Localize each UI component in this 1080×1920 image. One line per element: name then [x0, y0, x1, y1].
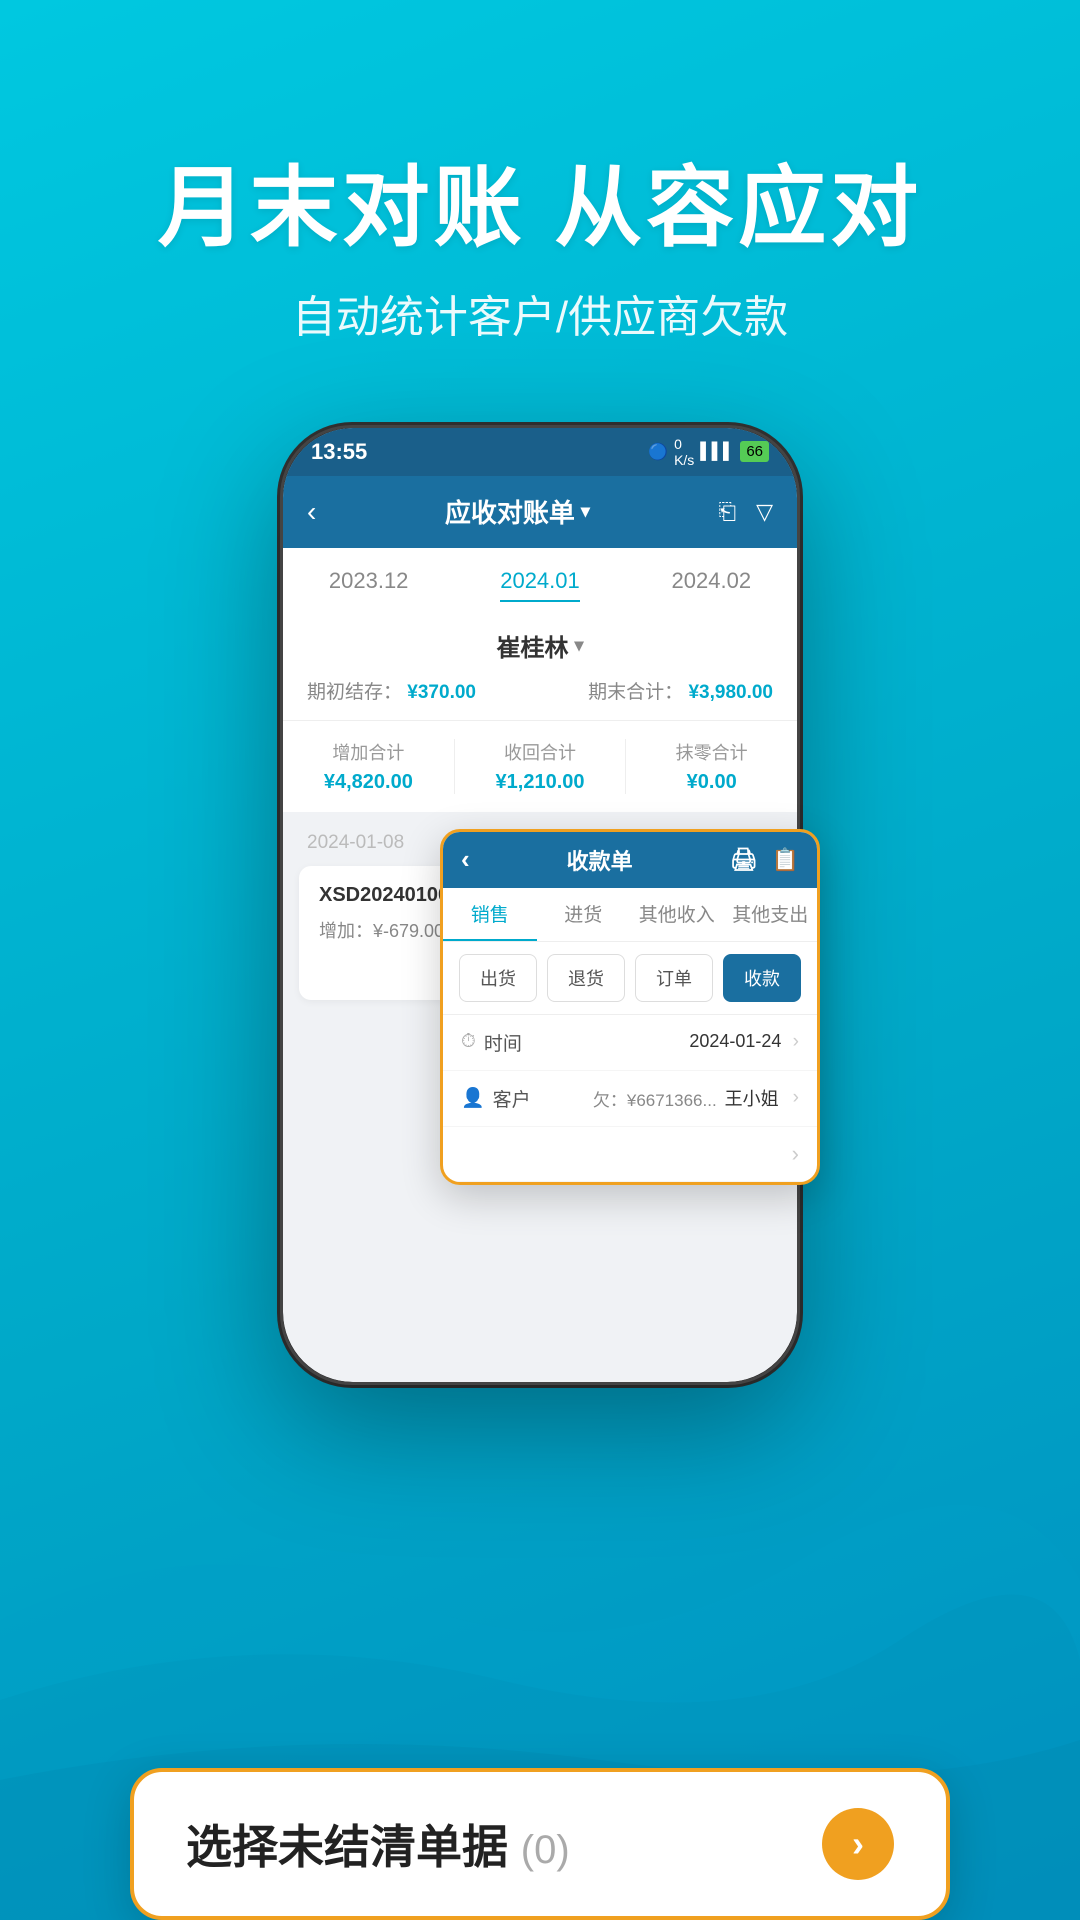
popup-tab-purchase[interactable]: 进货	[537, 888, 631, 941]
popup-customer-row[interactable]: 👤 客户 欠：¥6671366... 王小姐 ›	[443, 1071, 817, 1127]
popup-doc-icon[interactable]: 📋	[772, 847, 799, 873]
signal-text: 0K/s	[674, 436, 694, 468]
customer-name: 崔桂林	[496, 628, 568, 663]
popup-tab-income[interactable]: 其他收入	[630, 888, 724, 941]
stat-zero-value: ¥0.00	[626, 771, 797, 794]
dropdown-icon[interactable]: ▾	[581, 501, 590, 522]
stat-increase-value: ¥4,820.00	[283, 771, 454, 794]
popup-customer-left: 👤 客户	[461, 1085, 531, 1112]
hero-subtitle: 自动统计客户/供应商欠款	[0, 281, 1080, 345]
stat-recover-label: 收回合计	[455, 739, 626, 765]
date-tabs: 2023.12 2024.01 2024.02	[283, 548, 797, 612]
popup-time-row[interactable]: ⏱ 时间 2024-01-24 ›	[443, 1015, 817, 1071]
customer-dropdown-icon[interactable]: ▾	[574, 635, 583, 656]
battery-icon: 66	[740, 441, 769, 462]
stat-recover: 收回合计 ¥1,210.00	[455, 739, 627, 794]
bottom-panel-text-main: 选择未结清单据	[186, 1821, 508, 1873]
popup-customer-debt: 欠：¥6671366...	[593, 1086, 717, 1111]
header-title-area: 应收对账单 ▾	[445, 493, 590, 530]
date-tab-next[interactable]: 2024.02	[672, 568, 752, 602]
popup-print-icon[interactable]: 🖨	[730, 847, 758, 873]
bottom-panel-arrow[interactable]: ›	[822, 1808, 894, 1880]
popup-btn-order[interactable]: 订单	[635, 954, 713, 1002]
popup-sub-buttons: 出货 退货 订单 收款	[443, 942, 817, 1015]
popup-btn-return[interactable]: 退货	[547, 954, 625, 1002]
period-close-label: 期末合计：	[588, 682, 683, 703]
popup-main-tabs: 销售 进货 其他收入 其他支出	[443, 888, 817, 942]
back-button[interactable]: ‹	[307, 496, 316, 528]
popup-time-left: ⏱ 时间	[461, 1029, 522, 1056]
popup-back-icon[interactable]: ‹	[461, 844, 470, 875]
popup-btn-payment[interactable]: 收款	[723, 954, 801, 1002]
popup-customer-right: 欠：¥6671366... 王小姐 ›	[593, 1085, 799, 1111]
popup-tab-expense[interactable]: 其他支出	[724, 888, 818, 941]
screen-title: 应收对账单	[445, 493, 575, 530]
period-open-label: 期初结存：	[307, 682, 402, 703]
bottom-panel[interactable]: 选择未结清单据 (0) ›	[130, 1768, 950, 1920]
popup-time-value: 2024-01-24	[689, 1031, 781, 1051]
share-icon[interactable]: ⎗	[718, 499, 736, 525]
popup-title: 收款单	[567, 844, 633, 876]
period-close-value: ¥3,980.00	[688, 682, 773, 703]
popup-tab-sales[interactable]: 销售	[443, 888, 537, 941]
date-tab-prev[interactable]: 2023.12	[329, 568, 409, 602]
popup-time-label: 时间	[484, 1029, 522, 1056]
popup-header-icons: 🖨 📋	[730, 847, 799, 873]
arrow-right-icon: ›	[852, 1823, 864, 1865]
status-time: 13:55	[311, 439, 367, 465]
bottom-panel-count: (0)	[521, 1828, 570, 1872]
header-action-icons: ⎗ ▽	[718, 499, 773, 525]
popup-btn-outgoing[interactable]: 出货	[459, 954, 537, 1002]
extra-arrow-icon: ›	[792, 1141, 799, 1167]
stat-recover-value: ¥1,210.00	[455, 771, 626, 794]
clock-icon: ⏱	[461, 1031, 476, 1053]
popup-customer-name: 王小姐	[725, 1085, 779, 1111]
phone-demo-area: 13:55 🔵 0K/s ▌▌▌ 66 ‹ 应收对账单 ▾	[0, 425, 1080, 1385]
popup-extra-row[interactable]: ›	[443, 1127, 817, 1182]
transaction-increase: 增加：¥-679.00	[319, 917, 444, 982]
customer-arrow-icon: ›	[793, 1087, 799, 1109]
time-arrow-icon: ›	[793, 1031, 799, 1052]
person-icon: 👤	[461, 1086, 485, 1110]
customer-name-row: 崔桂林 ▾	[307, 628, 773, 663]
filter-icon[interactable]: ▽	[756, 499, 773, 525]
stat-zero-label: 抹零合计	[626, 739, 797, 765]
bottom-panel-label: 选择未结清单据 (0)	[186, 1811, 570, 1877]
popup-header: ‹ 收款单 🖨 📋	[443, 832, 817, 888]
stat-increase-label: 增加合计	[283, 739, 454, 765]
period-close: 期末合计： ¥3,980.00	[588, 677, 773, 704]
customer-section: 崔桂林 ▾ 期初结存： ¥370.00 期末合计： ¥3,980.00	[283, 612, 797, 721]
stats-row: 增加合计 ¥4,820.00 收回合计 ¥1,210.00 抹零合计 ¥0.00	[283, 721, 797, 820]
period-open: 期初结存： ¥370.00	[307, 677, 476, 704]
stat-zero: 抹零合计 ¥0.00	[626, 739, 797, 794]
hero-title: 月末对账 从容应对	[0, 160, 1080, 257]
popup-time-right: 2024-01-24 ›	[689, 1031, 799, 1053]
status-icons: 🔵 0K/s ▌▌▌ 66	[648, 436, 769, 468]
payment-popup: ‹ 收款单 🖨 📋 销售 进货 其他收入 其他支出 出货 退货 订单 收款	[440, 829, 820, 1185]
popup-customer-label: 客户	[493, 1085, 531, 1112]
stat-increase: 增加合计 ¥4,820.00	[283, 739, 455, 794]
signal-bars-icon: ▌▌▌	[700, 443, 734, 461]
status-bar: 13:55 🔵 0K/s ▌▌▌ 66	[283, 428, 797, 476]
date-tab-current[interactable]: 2024.01	[500, 568, 580, 602]
hero-section: 月末对账 从容应对 自动统计客户/供应商欠款	[0, 0, 1080, 345]
period-open-value: ¥370.00	[407, 682, 476, 703]
transaction-date: 2024-01-08	[307, 832, 404, 853]
balance-row: 期初结存： ¥370.00 期末合计： ¥3,980.00	[307, 677, 773, 704]
bluetooth-icon: 🔵	[648, 442, 668, 462]
app-header: ‹ 应收对账单 ▾ ⎗ ▽	[283, 476, 797, 548]
